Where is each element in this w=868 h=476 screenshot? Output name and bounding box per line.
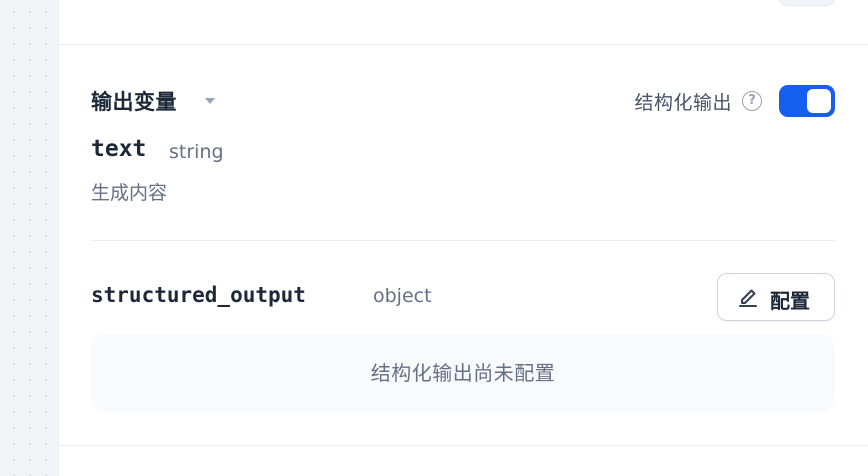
variable-description: 生成内容 bbox=[91, 182, 168, 204]
configure-button-label: 配置 bbox=[770, 289, 810, 313]
empty-state-message: 结构化输出尚未配置 bbox=[370, 361, 556, 385]
variable-divider bbox=[91, 240, 835, 241]
configure-button[interactable]: 配置 bbox=[717, 273, 835, 321]
caret-down-icon[interactable] bbox=[205, 98, 215, 104]
workflow-canvas-dotted-background[interactable] bbox=[0, 0, 58, 476]
structured-output-type: object bbox=[373, 285, 432, 307]
section-divider bbox=[59, 44, 868, 45]
structured-output-empty-state: 结构化输出尚未配置 bbox=[91, 334, 835, 412]
previous-section-control[interactable] bbox=[779, 0, 835, 6]
structured-output-label: 结构化输出 bbox=[634, 92, 732, 114]
output-variables-title[interactable]: 输出变量 bbox=[91, 86, 177, 116]
section-divider-bottom bbox=[59, 445, 868, 446]
variable-type: string bbox=[169, 141, 224, 163]
pencil-icon bbox=[739, 289, 757, 307]
help-circle-icon[interactable]: ? bbox=[742, 91, 762, 111]
toggle-knob bbox=[807, 89, 831, 113]
structured-output-name: structured_output bbox=[91, 283, 306, 307]
variable-name: text bbox=[91, 136, 147, 162]
node-settings-panel: 输出变量 结构化输出 ? text string 生成内容 structured… bbox=[58, 0, 868, 476]
structured-output-toggle[interactable] bbox=[779, 85, 835, 117]
